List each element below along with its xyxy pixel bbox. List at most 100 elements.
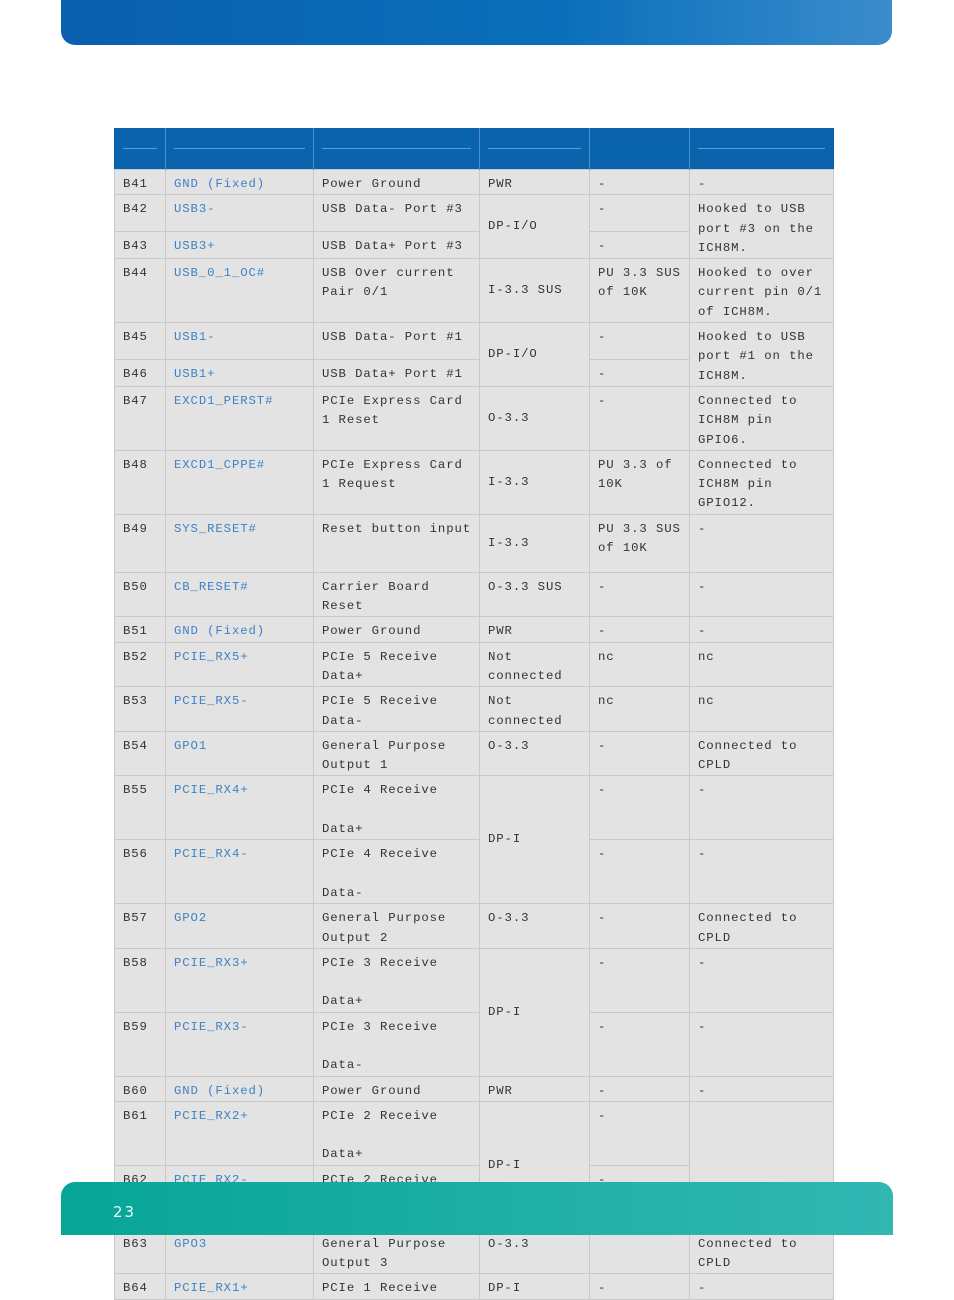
header-cell bbox=[479, 128, 590, 170]
table-row: B64 PCIE_RX1+ PCIe 1 Receive DP-I - - bbox=[114, 1273, 834, 1300]
table-row: B52 PCIE_RX5+ PCIe 5 Receive Data+ Not conn… bbox=[114, 641, 834, 688]
type-cell: O-3.3 SUS bbox=[479, 571, 590, 618]
pin-number-cell: B41 bbox=[114, 168, 166, 196]
table-row: B55 PCIE_RX4+ PCIe 4 Receive Data+ DP-I - - bbox=[114, 775, 834, 905]
termination-cell: - bbox=[589, 775, 690, 841]
pin-number-cell: B43 bbox=[114, 230, 166, 260]
table-row: B48 EXCD1_CPPE# PCIe Express Card 1 Reques… bbox=[114, 449, 834, 515]
signal-name-cell: USB_0_1_OC# bbox=[165, 258, 314, 324]
termination-cell: - bbox=[589, 1075, 690, 1102]
description-cell: PCIe 3 Receive Data- bbox=[313, 1011, 480, 1077]
signal-name-cell: USB1+ bbox=[165, 359, 314, 387]
signal-name-cell: USB3+ bbox=[165, 230, 314, 260]
termination-cell: nc bbox=[589, 641, 690, 688]
description-cell: PCIe 3 Receive Data+ bbox=[313, 947, 480, 1013]
description-cell: Reset button input bbox=[313, 513, 480, 573]
pin-number-cell: B57 bbox=[114, 903, 166, 949]
termination-cell: - bbox=[589, 571, 690, 618]
type-cell: DP-I bbox=[479, 1273, 590, 1300]
table-row: B42 USB3- USB Data- Port #3 DP-I/O - Hooked t… bbox=[114, 194, 834, 260]
header-cell bbox=[589, 128, 690, 170]
table-row: B50 CB_RESET# Carrier Board Reset O-3.3 SUS… bbox=[114, 571, 834, 618]
description-cell: PCIe Express Card 1 Reset bbox=[313, 385, 480, 451]
pin-number-cell: B49 bbox=[114, 513, 166, 573]
termination-cell: PU 3.3 of 10K bbox=[589, 449, 690, 515]
pin-number-cell: B59 bbox=[114, 1011, 166, 1077]
remark-cell: - bbox=[689, 513, 834, 573]
remark-cell: Hooked to over current pin 0/1 of ICH8M. bbox=[689, 258, 834, 324]
signal-name-cell: GND (Fixed) bbox=[165, 168, 314, 196]
pin-number-cell: B46 bbox=[114, 359, 166, 387]
table-row: B61 PCIE_RX2+ PCIe 2 Receive Data+ DP-I - bbox=[114, 1100, 834, 1230]
table-row: B45 USB1- USB Data- Port #1 DP-I/O - Hooked t… bbox=[114, 322, 834, 387]
type-cell: PWR bbox=[479, 616, 590, 643]
type-cell: DP-I/O bbox=[479, 194, 590, 260]
remark-cell: Connected to ICH8M pin GPIO6. bbox=[689, 385, 834, 451]
table-row: B58 PCIE_RX3+ PCIe 3 Receive Data+ DP-I - - bbox=[114, 947, 834, 1077]
remark-cell: - bbox=[689, 1273, 834, 1300]
remark-cell: - bbox=[689, 616, 834, 643]
pin-number-cell: B42 bbox=[114, 194, 166, 232]
pin-number-cell: B53 bbox=[114, 686, 166, 732]
table-row: B53 PCIE_RX5- PCIe 5 Receive Data- Not conn… bbox=[114, 686, 834, 732]
signal-name-cell: GPO1 bbox=[165, 730, 314, 777]
description-cell: Carrier Board Reset bbox=[313, 571, 480, 618]
pin-number-cell: B51 bbox=[114, 616, 166, 643]
page-number: 23 bbox=[113, 1203, 137, 1221]
termination-cell: - bbox=[589, 839, 690, 905]
termination-cell: PU 3.3 SUS of 10K bbox=[589, 258, 690, 324]
termination-cell: PU 3.3 SUS of 10K bbox=[589, 513, 690, 573]
type-cell: DP-I/O bbox=[479, 322, 590, 387]
termination-cell: - bbox=[589, 903, 690, 949]
table-row: B60 GND (Fixed) Power Ground PWR - - bbox=[114, 1075, 834, 1102]
signal-name-cell: EXCD1_CPPE# bbox=[165, 449, 314, 515]
remark-cell: - bbox=[689, 1011, 834, 1077]
description-cell: PCIe 5 Receive Data- bbox=[313, 686, 480, 732]
signal-name-cell: PCIE_RX4- bbox=[165, 839, 314, 905]
description-cell: General Purpose Output 1 bbox=[313, 730, 480, 777]
header-cell bbox=[114, 128, 166, 170]
table-row: B41 GND (Fixed) Power Ground PWR - - bbox=[114, 168, 834, 196]
termination-cell: nc bbox=[589, 686, 690, 732]
table-row: B47 EXCD1_PERST# PCIe Express Card 1 Reset… bbox=[114, 385, 834, 451]
termination-cell: - bbox=[589, 322, 690, 361]
termination-cell: - bbox=[589, 1100, 690, 1166]
footer-banner: 23 bbox=[61, 1182, 893, 1235]
table-row: B51 GND (Fixed) Power Ground PWR - - bbox=[114, 616, 834, 643]
signal-name-cell: GND (Fixed) bbox=[165, 616, 314, 643]
signal-name-cell: GPO2 bbox=[165, 903, 314, 949]
remark-cell: - bbox=[689, 1075, 834, 1102]
signal-name-cell: PCIE_RX3- bbox=[165, 1011, 314, 1077]
termination-cell bbox=[589, 1228, 690, 1275]
pin-number-cell: B50 bbox=[114, 571, 166, 618]
pinout-table: B41 GND (Fixed) Power Ground PWR - - B42 USB3- U… bbox=[114, 128, 834, 1300]
header-cell bbox=[165, 128, 314, 170]
table-row: B44 USB_0_1_OC# USB Over current Pair 0/1 I… bbox=[114, 258, 834, 324]
description-cell: PCIe 4 Receive Data+ bbox=[313, 775, 480, 841]
remark-cell: Hooked to USB port #1 on the ICH8M. bbox=[689, 322, 834, 387]
pin-number-cell: B47 bbox=[114, 385, 166, 451]
termination-cell: - bbox=[589, 1011, 690, 1077]
type-cell: DP-I bbox=[479, 947, 590, 1077]
description-cell: USB Data+ Port #1 bbox=[313, 359, 480, 387]
table-row: B59 PCIE_RX3- PCIe 3 Receive Data- - - bbox=[114, 1011, 834, 1077]
type-cell: I-3.3 bbox=[479, 449, 590, 515]
signal-name-cell: PCIE_RX4+ bbox=[165, 775, 314, 841]
description-cell: USB Data+ Port #3 bbox=[313, 230, 480, 260]
table-row: B56 PCIE_RX4- PCIe 4 Receive Data- - - bbox=[114, 839, 834, 905]
pin-number-cell: B55 bbox=[114, 775, 166, 841]
type-cell: I-3.3 SUS bbox=[479, 258, 590, 324]
signal-name-cell: USB1- bbox=[165, 322, 314, 361]
type-cell: O-3.3 bbox=[479, 903, 590, 949]
remark-cell: - bbox=[689, 839, 834, 905]
type-cell: O-3.3 bbox=[479, 385, 590, 451]
type-cell: O-3.3 bbox=[479, 730, 590, 777]
signal-name-cell: PCIE_RX1+ bbox=[165, 1273, 314, 1300]
signal-name-cell: PCIE_RX3+ bbox=[165, 947, 314, 1013]
description-cell: USB Over current Pair 0/1 bbox=[313, 258, 480, 324]
remark-cell: - bbox=[689, 947, 834, 1013]
type-cell: I-3.3 bbox=[479, 513, 590, 573]
remark-cell: - bbox=[689, 168, 834, 196]
remark-cell: nc bbox=[689, 641, 834, 688]
signal-name-cell: EXCD1_PERST# bbox=[165, 385, 314, 451]
